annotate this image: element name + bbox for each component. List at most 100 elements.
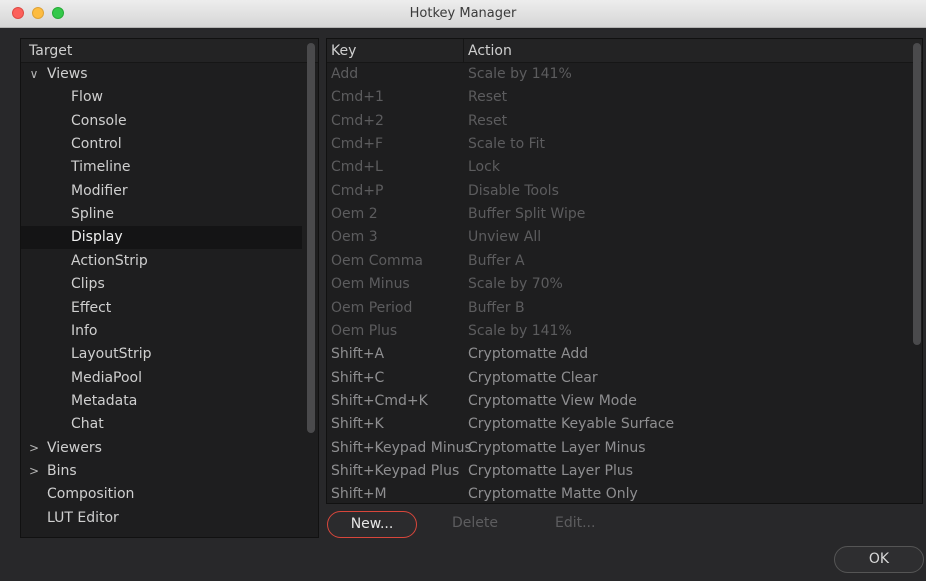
action-cell: Disable Tools [468,183,559,199]
tree-item-label: Metadata [71,393,138,409]
table-header: Key Action [327,39,922,63]
tree-item-label: Composition [47,486,135,502]
table-row[interactable]: Oem Minus Scale by 70% [327,273,908,296]
action-cell: Scale by 141% [468,66,572,82]
table-scrollbar[interactable] [913,43,921,345]
tree-item-label: ActionStrip [71,253,148,269]
edit-button[interactable]: Edit... [555,515,595,531]
tree-item-label: LayoutStrip [71,346,152,362]
column-divider[interactable] [463,39,464,63]
tree-item-mediapool[interactable]: MediaPool [21,367,302,390]
key-cell: Cmd+2 [331,113,384,129]
window-title: Hotkey Manager [409,6,517,21]
key-column-header[interactable]: Key [331,43,356,59]
tree-item-timeline[interactable]: Timeline [21,156,302,179]
tree-item-label: Console [71,113,127,129]
tree-item-label: Modifier [71,183,128,199]
action-cell: Lock [468,159,500,175]
tree-item-modifier[interactable]: Modifier [21,180,302,203]
table-row[interactable]: Cmd+2 Reset [327,110,908,133]
table-row[interactable]: Shift+Keypad Plus Cryptomatte Layer Plus [327,460,908,483]
table-row[interactable]: Cmd+L Lock [327,156,908,179]
tree-item-label: MediaPool [71,370,143,386]
action-cell: Reset [468,89,508,105]
table-row[interactable]: Oem Plus Scale by 141% [327,320,908,343]
table-row[interactable]: Shift+Cmd+K Cryptomatte View Mode [327,390,908,413]
table-row[interactable]: Oem 2 Buffer Split Wipe [327,203,908,226]
tree-item-label: Bins [47,463,77,479]
key-cell: Shift+A [331,346,385,362]
table-row[interactable]: Oem Comma Buffer A [327,250,908,273]
chevron-down-icon[interactable]: ∨ [27,63,41,86]
action-column-header[interactable]: Action [468,43,512,59]
ok-button[interactable]: OK [834,546,924,573]
key-cell: Cmd+1 [331,89,384,105]
target-column-header[interactable]: Target [29,43,72,59]
tree-item-label: Views [47,66,88,82]
tree-item-label: Viewers [47,440,102,456]
target-tree[interactable]: Target ∨ Views Flow Console Control Timeline M… [20,38,319,538]
key-cell: Add [331,66,359,82]
action-cell: Cryptomatte Layer Plus [468,463,633,479]
tree-item-viewers[interactable]: > Viewers [21,437,302,460]
delete-button[interactable]: Delete [452,515,498,531]
tree-item-composition[interactable]: Composition [21,483,302,506]
tree-item-label: Clips [71,276,105,292]
key-cell: Oem Plus [331,323,398,339]
key-cell: Oem Minus [331,276,410,292]
tree-item-label: Effect [71,300,112,316]
title-bar: Hotkey Manager [0,0,926,28]
tree-item-display[interactable]: Display [21,226,302,249]
chevron-right-icon[interactable]: > [27,437,41,460]
tree-item-info[interactable]: Info [21,320,302,343]
action-cell: Cryptomatte Clear [468,370,598,386]
tree-item-control[interactable]: Control [21,133,302,156]
tree-item-views[interactable]: ∨ Views [21,63,302,86]
action-cell: Scale by 141% [468,323,572,339]
tree-item-lut-editor[interactable]: LUT Editor [21,507,302,530]
action-cell: Buffer B [468,300,525,316]
action-cell: Reset [468,113,508,129]
table-row[interactable]: Shift+Keypad Minus Cryptomatte Layer Minu… [327,437,908,460]
tree-item-label: Chat [71,416,104,432]
tree-item-label: Display [71,229,123,245]
key-cell: Cmd+F [331,136,384,152]
new-button[interactable]: New... [327,511,417,538]
hotkey-table[interactable]: Key Action Add Scale by 141% Cmd+1 Reset Cmd… [326,38,923,504]
action-cell: Scale by 70% [468,276,563,292]
key-cell: Shift+Keypad Plus [331,463,460,479]
table-row[interactable]: Shift+M Cryptomatte Matte Only [327,483,908,503]
tree-item-metadata[interactable]: Metadata [21,390,302,413]
table-row[interactable]: Shift+A Cryptomatte Add [327,343,908,366]
key-cell: Oem 3 [331,229,378,245]
key-cell: Shift+C [331,370,385,386]
key-cell: Shift+K [331,416,384,432]
tree-item-flow[interactable]: Flow [21,86,302,109]
tree-item-bins[interactable]: > Bins [21,460,302,483]
key-cell: Oem 2 [331,206,378,222]
tree-scrollbar[interactable] [307,43,315,433]
action-cell: Scale to Fit [468,136,546,152]
tree-item-label: Info [71,323,98,339]
table-row[interactable]: Cmd+1 Reset [327,86,908,109]
table-row[interactable]: Oem Period Buffer B [327,297,908,320]
table-row[interactable]: Shift+K Cryptomatte Keyable Surface [327,413,908,436]
tree-item-clips[interactable]: Clips [21,273,302,296]
action-cell: Cryptomatte View Mode [468,393,637,409]
tree-item-effect[interactable]: Effect [21,297,302,320]
key-cell: Oem Comma [331,253,423,269]
table-row[interactable]: Cmd+P Disable Tools [327,180,908,203]
tree-item-console[interactable]: Console [21,110,302,133]
tree-item-chat[interactable]: Chat [21,413,302,436]
table-row[interactable]: Add Scale by 141% [327,63,908,86]
tree-item-label: Timeline [71,159,131,175]
tree-item-spline[interactable]: Spline [21,203,302,226]
table-row[interactable]: Shift+C Cryptomatte Clear [327,367,908,390]
table-row[interactable]: Oem 3 Unview All [327,226,908,249]
table-row[interactable]: Cmd+F Scale to Fit [327,133,908,156]
tree-item-actionstrip[interactable]: ActionStrip [21,250,302,273]
key-cell: Cmd+L [331,159,383,175]
tree-header: Target [21,39,318,63]
tree-item-layoutstrip[interactable]: LayoutStrip [21,343,302,366]
chevron-right-icon[interactable]: > [27,460,41,483]
